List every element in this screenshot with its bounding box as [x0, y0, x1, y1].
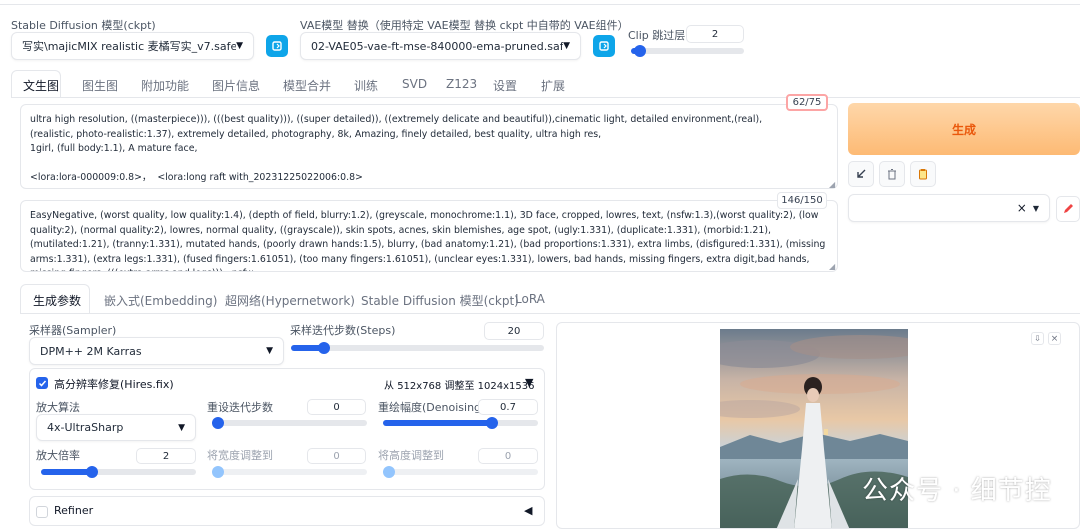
- hires-steps-label: 重设迭代步数: [207, 401, 273, 414]
- prompt-token-counter: 62/75: [786, 94, 828, 111]
- generate-button[interactable]: 生成: [848, 103, 1080, 155]
- resize-width-label: 将宽度调整到: [207, 449, 273, 462]
- arrow-down-left-icon: [857, 169, 866, 178]
- vae-select-value: 02-VAE05-vae-ft-mse-840000-ema-pruned.sa…: [311, 39, 564, 53]
- resize-handle-icon[interactable]: ◢: [829, 262, 835, 271]
- pencil-icon: [1064, 204, 1073, 213]
- read-params-button[interactable]: [848, 161, 874, 187]
- vae-select[interactable]: 02-VAE05-vae-ft-mse-840000-ema-pruned.sa…: [300, 32, 581, 60]
- check-icon: [38, 380, 46, 387]
- hires-summary-prefix: 从: [384, 381, 394, 392]
- model-label: Stable Diffusion 模型(ckpt): [11, 19, 156, 32]
- tab-img2img[interactable]: 图生图: [82, 77, 118, 94]
- refiner-panel: [29, 496, 545, 526]
- refresh-icon: [272, 41, 282, 51]
- sampler-select[interactable]: DPM++ 2M Karras ▼: [29, 337, 284, 365]
- hires-steps-input[interactable]: 0: [307, 399, 366, 415]
- chevron-down-icon: ▼: [563, 41, 570, 51]
- denoising-label: 重绘幅度(Denoising): [378, 401, 486, 414]
- tab-train[interactable]: 训练: [354, 77, 378, 94]
- clip-skip-label: Clip 跳过层: [628, 29, 686, 42]
- refresh-model-button[interactable]: [266, 35, 288, 57]
- hires-summary-size: 512x768: [397, 381, 442, 392]
- upscale-by-label: 放大倍率: [36, 449, 80, 462]
- trash-icon: [888, 169, 896, 180]
- subtab-checkpoints[interactable]: Stable Diffusion 模型(ckpt): [361, 292, 519, 309]
- slider-thumb[interactable]: [317, 342, 330, 354]
- denoising-slider[interactable]: [383, 417, 538, 429]
- slider-thumb[interactable]: [485, 417, 498, 429]
- style-select[interactable]: × ▼: [848, 194, 1050, 222]
- tab-svd[interactable]: SVD: [402, 77, 427, 91]
- clipboard-icon: [919, 169, 927, 180]
- tab-merge[interactable]: 模型合并: [283, 77, 331, 94]
- hires-summary: 从 512x768 调整至 1024x1536: [384, 377, 534, 392]
- chevron-down-icon: ▼: [266, 346, 273, 356]
- resize-height-label: 将高度调整到: [378, 449, 444, 462]
- model-select-value: 写实\majicMIX realistic 麦橘写实_v7.safetensor: [22, 40, 237, 53]
- tab-extras[interactable]: 附加功能: [141, 77, 189, 94]
- sampler-label: 采样器(Sampler): [29, 324, 117, 337]
- slider-thumb[interactable]: [212, 417, 224, 429]
- resize-width-slider: [212, 466, 367, 478]
- vae-label: VAE模型 替换（使用特定 VAE模型 替换 ckpt 中自带的 VAE组件）: [300, 19, 629, 32]
- upscaler-select[interactable]: 4x-UltraSharp ▼: [36, 414, 196, 441]
- refiner-checkbox[interactable]: [36, 506, 48, 518]
- hires-fix-checkbox[interactable]: [36, 377, 48, 389]
- model-select[interactable]: 写实\majicMIX realistic 麦橘写实_v7.safetensor…: [11, 32, 254, 60]
- tab-txt2img[interactable]: 文生图: [23, 77, 59, 94]
- negative-token-counter: 146/150: [777, 192, 827, 209]
- chevron-down-icon: ▼: [178, 422, 185, 433]
- prompt-textarea[interactable]: ultra high resolution, ((masterpiece))),…: [20, 104, 838, 189]
- chevron-down-icon: ▼: [236, 41, 243, 51]
- negative-prompt-textarea[interactable]: EasyNegative, (worst quality, low qualit…: [20, 200, 838, 272]
- resize-width-input: 0: [307, 448, 366, 464]
- subtab-generation[interactable]: 生成参数: [33, 292, 81, 309]
- upscaler-select-value: 4x-UltraSharp: [47, 421, 124, 434]
- edit-style-button[interactable]: [1056, 196, 1080, 222]
- subtab-lora[interactable]: LoRA: [515, 292, 545, 306]
- chevron-down-icon: ▼: [1032, 203, 1039, 213]
- collapse-triangle-icon[interactable]: ▼: [525, 376, 533, 389]
- clear-prompt-button[interactable]: [879, 161, 905, 187]
- clear-style-icon[interactable]: ×: [1017, 201, 1027, 215]
- apply-style-button[interactable]: [910, 161, 936, 187]
- steps-input[interactable]: 20: [484, 322, 544, 340]
- resize-height-slider: [383, 466, 538, 478]
- resize-handle-icon[interactable]: ◢: [829, 180, 835, 189]
- upscale-by-slider[interactable]: [41, 466, 196, 478]
- close-icon[interactable]: ×: [1048, 332, 1061, 345]
- clip-skip-input[interactable]: 2: [686, 25, 744, 43]
- top-divider: [0, 4, 1080, 5]
- hires-summary-mid: 调整至: [444, 381, 475, 392]
- resize-height-input: 0: [478, 448, 538, 464]
- steps-label: 采样迭代步数(Steps): [290, 324, 396, 337]
- denoising-input[interactable]: 0.7: [478, 399, 538, 415]
- download-icon[interactable]: ⇩: [1031, 332, 1044, 345]
- subtab-hypernetwork[interactable]: 超网络(Hypernetwork): [225, 292, 355, 309]
- tabs-divider: [11, 97, 1080, 98]
- watermark-text: 公众号 · 细节控: [862, 476, 1052, 506]
- tab-extensions[interactable]: 扩展: [541, 77, 565, 94]
- steps-slider[interactable]: [291, 342, 544, 354]
- tab-z123[interactable]: Z123: [446, 77, 477, 91]
- upscaler-label: 放大算法: [36, 401, 80, 414]
- clip-skip-slider[interactable]: [631, 45, 744, 57]
- slider-thumb: [383, 466, 395, 478]
- expand-triangle-icon[interactable]: ◀: [524, 504, 532, 517]
- refresh-icon: [599, 41, 609, 51]
- hires-fix-label[interactable]: 高分辨率修复(Hires.fix): [54, 376, 174, 392]
- subtabs-divider: [20, 313, 1080, 314]
- slider-thumb[interactable]: [634, 45, 647, 57]
- tab-png-info[interactable]: 图片信息: [212, 77, 260, 94]
- refiner-label[interactable]: Refiner: [54, 504, 93, 517]
- hires-steps-slider[interactable]: [212, 417, 367, 429]
- tab-settings[interactable]: 设置: [493, 77, 517, 94]
- sampler-select-value: DPM++ 2M Karras: [40, 344, 142, 358]
- upscale-by-input[interactable]: 2: [136, 448, 196, 464]
- refresh-vae-button[interactable]: [593, 35, 615, 57]
- slider-thumb: [212, 466, 224, 478]
- subtab-embedding[interactable]: 嵌入式(Embedding): [104, 292, 217, 309]
